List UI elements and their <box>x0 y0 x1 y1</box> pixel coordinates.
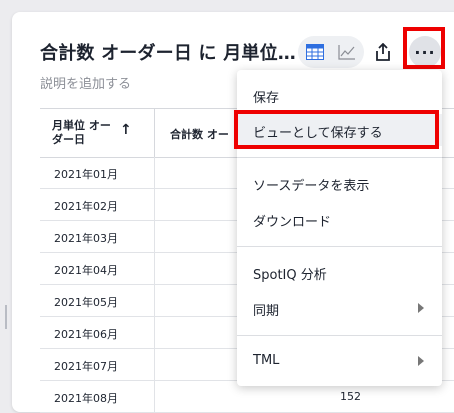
scroll-handle[interactable] <box>5 305 7 329</box>
menu-divider <box>237 246 442 247</box>
column-header-month-label: 月単位 オーダー日 <box>52 119 111 146</box>
menu-item-spotiq-analyze[interactable]: SpotIQ 分析 <box>237 256 442 288</box>
menu-item-tml[interactable]: TML <box>237 345 442 377</box>
table-icon <box>306 44 324 60</box>
column-header-total[interactable]: 合計数 オー <box>170 126 229 142</box>
highlight-box-save-as-view <box>234 110 439 149</box>
column-header-month[interactable]: 月単位 オーダー日 ↑ <box>40 109 155 157</box>
visualization-toggle <box>298 36 364 68</box>
cell-month: 2021年01月 <box>54 168 118 181</box>
cell-month: 2021年03月 <box>54 232 118 245</box>
cell-month: 2021年07月 <box>54 360 118 373</box>
menu-item-download[interactable]: ダウンロード <box>237 203 442 235</box>
chevron-right-icon <box>418 356 424 366</box>
cell-month: 2021年05月 <box>54 296 118 309</box>
line-chart-icon <box>338 45 355 60</box>
table-view-button[interactable] <box>303 40 327 64</box>
cell-month: 2021年06月 <box>54 328 118 341</box>
description-placeholder[interactable]: 説明を追加する <box>40 73 131 92</box>
menu-divider <box>237 335 442 336</box>
share-button[interactable] <box>367 36 399 68</box>
menu-item-save[interactable]: 保存 <box>237 79 442 111</box>
chart-view-button[interactable] <box>335 40 359 64</box>
sort-ascending-icon[interactable]: ↑ <box>120 123 132 137</box>
cell-month: 2021年08月 <box>54 392 118 405</box>
highlight-box-more <box>403 27 445 69</box>
share-icon <box>376 43 390 61</box>
answer-title[interactable]: 合計数 オーダー日 に 月単位… <box>40 39 296 65</box>
cell-total: 152 <box>340 390 361 403</box>
cell-month: 2021年04月 <box>54 264 118 277</box>
menu-item-sync[interactable]: 同期 <box>237 292 442 324</box>
menu-item-show-source-data[interactable]: ソースデータを表示 <box>237 167 442 199</box>
menu-divider <box>237 157 442 158</box>
cell-month: 2021年02月 <box>54 200 118 213</box>
chevron-right-icon <box>418 303 424 313</box>
